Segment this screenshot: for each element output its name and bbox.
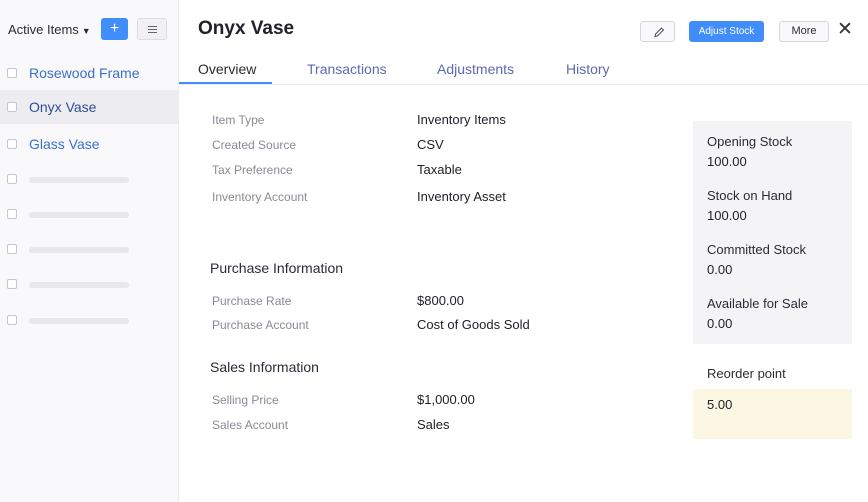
item-checkbox <box>7 209 17 219</box>
edit-button[interactable] <box>640 21 675 42</box>
active-tab-indicator <box>179 82 272 84</box>
detail-value: $1,000.00 <box>417 392 475 407</box>
item-checkbox[interactable] <box>7 68 17 78</box>
page-title: Onyx Vase <box>198 18 295 39</box>
detail-value: Cost of Goods Sold <box>417 317 530 332</box>
reorder-point-label: Reorder point <box>707 366 786 381</box>
stock-label: Stock on Hand <box>707 188 793 203</box>
item-checkbox <box>7 315 17 325</box>
caret-down-icon: ▼ <box>81 26 91 36</box>
plus-icon: + <box>109 20 120 37</box>
stock-value: 100.00 <box>707 154 747 169</box>
more-button[interactable]: More <box>779 21 829 42</box>
placeholder-list-item <box>0 267 179 301</box>
active-items-filter[interactable]: Active Items ▼ <box>8 22 91 37</box>
stock-metric: Stock on Hand 100.00 <box>707 188 792 223</box>
list-item-selected[interactable]: Onyx Vase <box>0 90 179 124</box>
detail-value: Inventory Asset <box>417 189 506 204</box>
loading-placeholder-bar <box>29 212 129 218</box>
item-checkbox <box>7 174 17 184</box>
loading-placeholder-bar <box>29 282 129 288</box>
stock-metric: Committed Stock 0.00 <box>707 242 806 277</box>
loading-placeholder-bar <box>29 177 129 183</box>
item-name[interactable]: Onyx Vase <box>29 99 96 115</box>
section-title-purchase: Purchase Information <box>210 260 344 276</box>
detail-label: Purchase Rate <box>212 294 292 308</box>
section-title-sales: Sales Information <box>210 359 319 375</box>
sidebar: Active Items ▼ + Rosewood Frame Onyx Vase… <box>0 0 179 502</box>
detail-value: Inventory Items <box>417 112 506 127</box>
stock-metric: Available for Sale 0.00 <box>707 296 808 331</box>
stock-value: 0.00 <box>707 316 733 331</box>
placeholder-list-item <box>0 232 179 266</box>
detail-value: $800.00 <box>417 293 464 308</box>
detail-label: Created Source <box>212 138 297 152</box>
tab-adjustments[interactable]: Adjustments <box>437 61 514 77</box>
detail-label: Selling Price <box>212 393 279 407</box>
tab-overview[interactable]: Overview <box>198 61 256 77</box>
detail-label: Purchase Account <box>212 318 309 332</box>
reorder-point-box: 5.00 <box>693 389 852 439</box>
stock-label: Committed Stock <box>707 242 806 257</box>
detail-value: Taxable <box>417 162 462 177</box>
stock-value: 100.00 <box>707 208 747 223</box>
stock-label: Opening Stock <box>707 134 793 149</box>
item-checkbox[interactable] <box>7 139 17 149</box>
list-menu-button[interactable] <box>137 18 167 40</box>
stock-metric: Opening Stock 100.00 <box>707 134 792 169</box>
tab-transactions[interactable]: Transactions <box>307 61 387 77</box>
item-name[interactable]: Rosewood Frame <box>29 65 140 81</box>
placeholder-list-item <box>0 303 179 337</box>
detail-label: Sales Account <box>212 418 289 432</box>
list-item[interactable]: Rosewood Frame <box>0 56 179 90</box>
placeholder-list-item <box>0 162 179 196</box>
sidebar-header: Active Items ▼ + <box>0 0 179 58</box>
detail-label: Inventory Account <box>212 190 308 204</box>
add-item-button[interactable]: + <box>101 18 128 40</box>
detail-label: Tax Preference <box>212 163 293 177</box>
reorder-point-value: 5.00 <box>707 397 733 412</box>
loading-placeholder-bar <box>29 247 129 253</box>
detail-label: Item Type <box>212 113 265 127</box>
tabs-divider <box>179 84 868 85</box>
placeholder-list-item <box>0 197 179 231</box>
tab-history[interactable]: History <box>566 61 610 77</box>
detail-value: CSV <box>417 137 444 152</box>
pencil-icon <box>654 27 665 38</box>
stock-label: Available for Sale <box>707 296 808 311</box>
item-checkbox <box>7 244 17 254</box>
loading-placeholder-bar <box>29 318 129 324</box>
item-checkbox[interactable] <box>7 102 17 112</box>
adjust-stock-button[interactable]: Adjust Stock <box>689 21 764 42</box>
hamburger-menu-icon <box>148 26 157 33</box>
stock-value: 0.00 <box>707 262 733 277</box>
close-icon[interactable]: ✕ <box>836 19 854 41</box>
item-name[interactable]: Glass Vase <box>29 136 100 152</box>
list-item[interactable]: Glass Vase <box>0 127 179 161</box>
item-checkbox <box>7 279 17 289</box>
filter-label: Active Items <box>8 22 79 37</box>
stock-summary-panel: Opening Stock 100.00 Stock on Hand 100.0… <box>693 121 852 344</box>
detail-value: Sales <box>417 417 450 432</box>
